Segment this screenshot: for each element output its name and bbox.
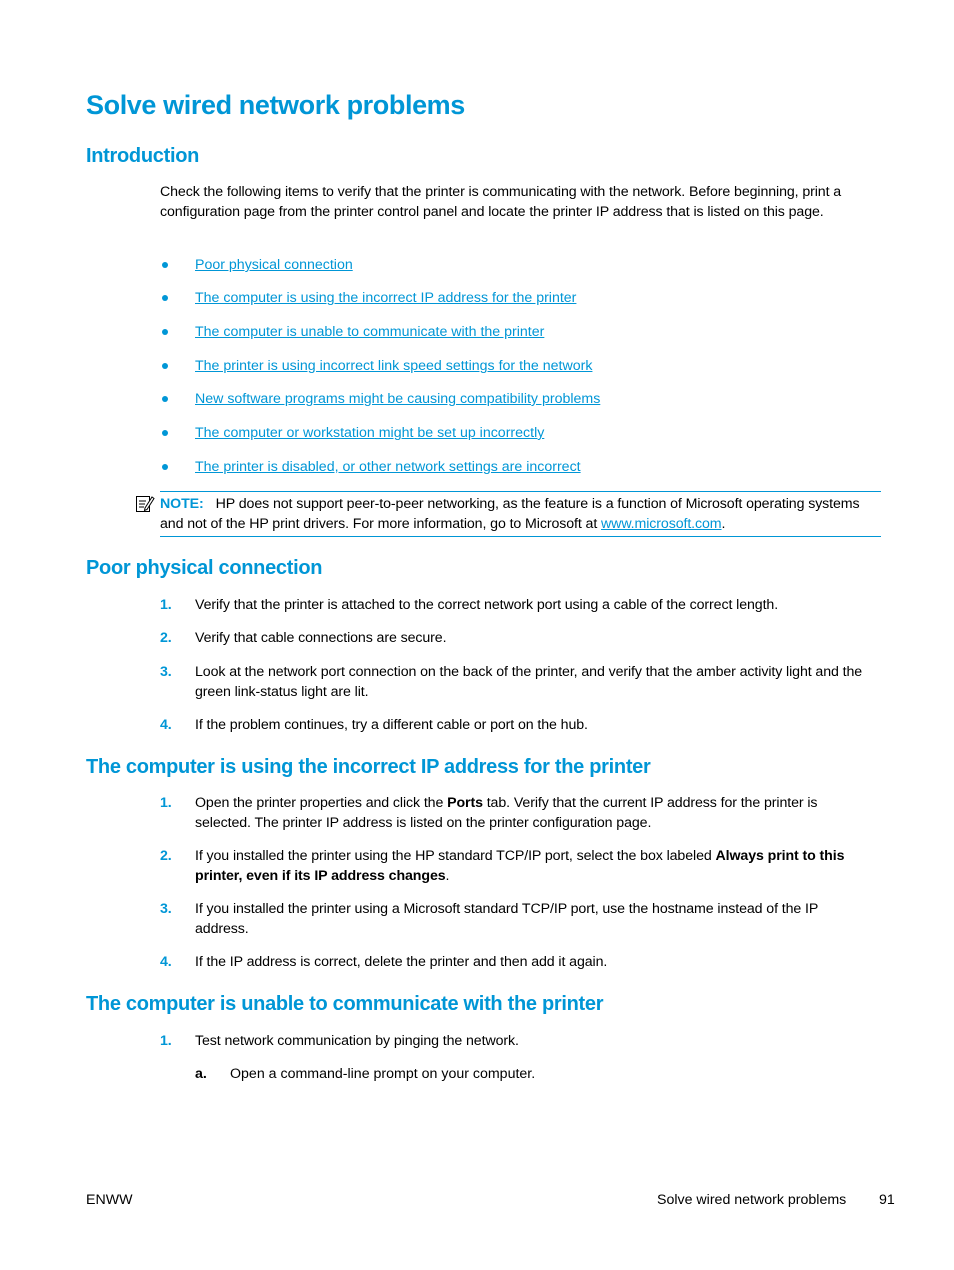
substep-text: Open a command-line prompt on your compu… [230,1066,536,1082]
ports-tab-label: Ports [447,795,483,811]
bullet-icon [162,262,168,268]
microsoft-link[interactable]: www.microsoft.com [601,516,722,532]
note-end: . [721,515,726,532]
bullet-icon [162,363,168,369]
step-text-part: . [445,867,450,884]
step-number: 3. [160,901,172,917]
step-text: If the IP address is correct, delete the… [195,954,608,970]
step-number: 3. [160,664,172,680]
link-poor-physical-connection[interactable]: Poor physical connection [195,256,353,275]
bullet-icon [162,396,168,402]
step-number: 2. [160,848,172,864]
footer-section: Solve wired network problems [657,1192,847,1208]
note-label: NOTE: [160,496,204,512]
footer-left: ENWW [86,1192,133,1208]
step-text: Test network communication by pinging th… [195,1033,519,1049]
link-incorrect-link-speed[interactable]: The printer is using incorrect link spee… [195,357,592,376]
note-body: HP does not support peer-to-peer network… [160,496,860,532]
note-box: NOTE: HP does not support peer-to-peer ne… [160,491,881,537]
note-text: NOTE: HP does not support peer-to-peer ne… [160,495,881,534]
bullet-icon [162,464,168,470]
page-title: Solve wired network problems [86,90,465,120]
introduction-heading: Introduction [86,145,200,167]
link-unable-to-communicate[interactable]: The computer is unable to communicate wi… [195,323,544,342]
link-incorrect-ip-address[interactable]: The computer is using the incorrect IP a… [195,289,576,308]
step-number: 4. [160,717,172,733]
bullet-icon [162,329,168,335]
step-text: If you installed the printer using a Mic… [195,901,818,937]
step-text: If the problem continues, try a differen… [195,717,588,733]
step-text-part: If you installed the printer using the H… [195,848,716,864]
step-number: 1. [160,795,172,811]
introduction-paragraph: Check the following items to verify that… [160,184,842,220]
bullet-icon [162,430,168,436]
link-printer-disabled[interactable]: The printer is disabled, or other networ… [195,458,581,477]
step-number: 2. [160,630,172,646]
link-software-compatibility[interactable]: New software programs might be causing c… [195,390,600,409]
page-number: 91 [879,1192,895,1208]
bullet-icon [162,295,168,301]
step-text: Verify that cable connections are secure… [195,630,447,646]
unable-to-communicate-heading: The computer is unable to communicate wi… [86,993,604,1015]
poor-physical-connection-heading: Poor physical connection [86,557,323,579]
step-number: 1. [160,597,172,613]
step-text: Verify that the printer is attached to t… [195,597,779,613]
note-pencil-icon [135,494,155,514]
step-text: Look at the network port connection on t… [195,664,863,700]
step-number: 4. [160,954,172,970]
step-number: 1. [160,1033,172,1049]
step-text: Open the printer properties and click th… [195,794,875,833]
step-text: If you installed the printer using the H… [195,847,875,886]
substep-letter: a. [195,1066,207,1082]
step-text-part: Open the printer properties and click th… [195,795,448,811]
incorrect-ip-heading: The computer is using the incorrect IP a… [86,756,651,778]
link-workstation-setup[interactable]: The computer or workstation might be set… [195,424,544,443]
